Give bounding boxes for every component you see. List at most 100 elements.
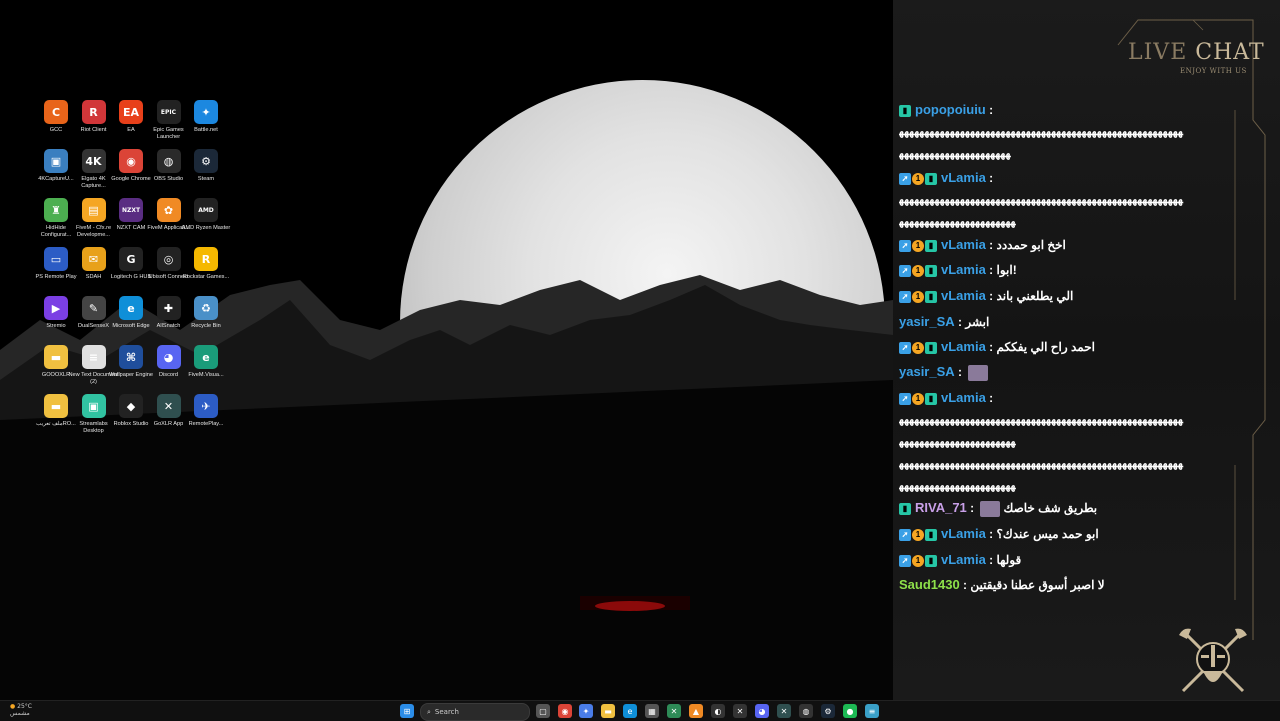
desktop-icon[interactable]: AMD AMD Ryzen Master	[181, 198, 231, 232]
chat-separator: :	[985, 238, 997, 252]
chrome-taskbar-icon[interactable]: ◉	[558, 704, 572, 718]
user-badges: ➚ 1 ▮	[899, 528, 937, 541]
chat-username[interactable]: vLamia	[941, 170, 986, 185]
weather-temp: 25°C	[17, 703, 32, 710]
desktop-icon-label: Rockstar Games...	[182, 274, 230, 280]
chat-message: ➚ 1 ▮ vLamia : الي يطلعني باند	[899, 285, 1234, 307]
chat-text: ﻬﻬﻬﻬﻬﻬﻬﻬﻬﻬﻬﻬﻬﻬﻬﻬﻬﻬﻬﻬﻬﻬﻬ	[899, 216, 1017, 228]
streamlabs-badge-icon: ▮	[925, 264, 937, 277]
chat-text: ﻬﻬﻬﻬﻬﻬﻬﻬﻬﻬﻬﻬﻬﻬﻬﻬﻬﻬﻬﻬﻬﻬﻬ	[899, 480, 1017, 492]
prime-badge-icon: ➚	[899, 172, 911, 185]
app-icon: NZXT	[119, 198, 143, 222]
desktop-icon-label: Recycle Bin	[191, 323, 221, 329]
app-icon: ✕	[156, 394, 181, 418]
app-icon: 4K	[81, 149, 106, 173]
app-icon: ▣	[44, 149, 68, 173]
goxlr-taskbar-icon[interactable]: ✕	[777, 704, 791, 718]
desktop-icon-label: Steam	[197, 176, 215, 182]
chat-message: ▮ popopoiuiu : ﻬﻬﻬﻬﻬﻬﻬﻬﻬﻬﻬﻬﻬﻬﻬﻬﻬﻬﻬﻬﻬﻬﻬﻬﻬﻬﻬ…	[899, 99, 1234, 165]
capcut-taskbar-icon[interactable]: ✕	[733, 704, 747, 718]
app-icon: ✦	[194, 100, 218, 124]
desktop-icon[interactable]: ♻ Recycle Bin	[181, 296, 231, 330]
search-placeholder: Search	[434, 708, 459, 716]
desktop-icon-label: FiveM.Visua...	[188, 372, 224, 378]
chat-separator: :	[985, 553, 997, 567]
desktop-icon[interactable]: R Rockstar Games...	[181, 247, 231, 281]
chat-separator: :	[985, 340, 997, 354]
weather-widget[interactable]: ● 25°C مشمس	[10, 703, 32, 717]
store-taskbar-icon[interactable]: ▦	[645, 704, 659, 718]
chat-text: قولها	[996, 553, 1022, 567]
streamlabs-badge-icon: ▮	[925, 392, 937, 405]
edge-taskbar-icon[interactable]: e	[623, 704, 637, 718]
obs-taskbar-icon[interactable]: ◍	[799, 704, 813, 718]
app-icon: ▤	[81, 198, 106, 222]
sub-badge-icon: 1	[912, 341, 924, 354]
chat-message: ➚ 1 ▮ vLamia : احمد راح الي يفككم	[899, 336, 1234, 358]
chat-separator: :	[985, 263, 997, 277]
user-badges: ➚ 1 ▮	[899, 264, 937, 277]
chat-username[interactable]: vLamia	[941, 552, 986, 567]
app-icon: ✚	[156, 296, 181, 320]
app-icon: G	[119, 247, 143, 271]
copilot-taskbar-icon[interactable]: ✦	[579, 704, 593, 718]
xbox-taskbar-icon[interactable]: ✕	[667, 704, 681, 718]
desktop-icon[interactable]: e FiveM.Visua...	[181, 345, 231, 379]
chat-separator: :	[985, 171, 994, 185]
notepad-taskbar-icon[interactable]: ≡	[865, 704, 879, 718]
chat-message: ▮ RIVA_71 : بطريق شف خاصك	[899, 497, 1234, 519]
file-explorer-icon[interactable]: ▬	[601, 704, 615, 718]
chat-text: اخخ ابو حمددد	[996, 238, 1066, 252]
user-badges: ➚ 1 ▮	[899, 172, 937, 185]
user-badges: ➚ 1 ▮	[899, 290, 937, 303]
streamlabs-badge-icon: ▮	[925, 239, 937, 252]
desktop-icon[interactable]: ✈ RemotePlay...	[181, 394, 231, 428]
search-icon: ⌕	[427, 707, 431, 716]
app-icon: ✿	[156, 198, 181, 222]
chat-username[interactable]: popopoiuiu	[915, 102, 986, 117]
windows-start-icon[interactable]: ⊞	[400, 704, 414, 718]
app-icon: ✈	[194, 394, 218, 418]
task-view-icon[interactable]: ▢	[536, 704, 550, 718]
app-icon: ◉	[119, 149, 143, 173]
streamlabs-badge-icon: ▮	[899, 104, 911, 117]
chat-username[interactable]: Saud1430	[899, 577, 960, 592]
elgato-taskbar-icon[interactable]: ◐	[711, 704, 725, 718]
streamlabs-badge-icon: ▮	[925, 528, 937, 541]
viking-helmet-logo-icon	[1179, 628, 1247, 693]
app-icon: ▶	[44, 296, 68, 320]
chat-text: لا اصبر أسوق عطنا دقيقتين	[970, 578, 1105, 592]
app-icon: ⌘	[119, 345, 143, 369]
taskbar-search-box[interactable]: ⌕ Search	[420, 703, 530, 721]
app-icon: ✎	[81, 296, 106, 320]
chat-username[interactable]: vLamia	[941, 237, 986, 252]
chat-separator: :	[985, 391, 994, 405]
chat-username[interactable]: vLamia	[941, 262, 986, 277]
discord-taskbar-icon[interactable]: ◕	[755, 704, 769, 718]
desktop-icon[interactable]: ✦ Battle.net	[181, 100, 231, 134]
chat-username[interactable]: vLamia	[941, 390, 986, 405]
spotify-taskbar-icon[interactable]: ●	[843, 704, 857, 718]
app-icon: ◆	[119, 394, 143, 418]
app-icon: ♻	[194, 296, 218, 320]
user-badges: ▮	[899, 502, 911, 515]
chat-username[interactable]: yasir_SA	[899, 314, 955, 329]
weather-sun-icon: ●	[10, 703, 16, 710]
chat-username[interactable]: yasir_SA	[899, 364, 955, 379]
chat-text: بطريق شف خاصك	[1003, 501, 1098, 515]
chat-emote	[968, 364, 989, 381]
vlc-taskbar-icon[interactable]: ▲	[689, 704, 703, 718]
steam-taskbar-icon[interactable]: ⚙	[821, 704, 835, 718]
app-icon: ▭	[44, 247, 68, 271]
desktop-icon[interactable]: ⚙ Steam	[181, 149, 231, 183]
chat-text: ﻬﻬﻬﻬﻬﻬﻬﻬﻬﻬﻬﻬﻬﻬﻬﻬﻬﻬﻬﻬﻬﻬﻬﻬﻬﻬﻬﻬﻬﻬﻬﻬﻬﻬﻬﻬﻬﻬﻬﻬ…	[899, 126, 1184, 138]
sub-badge-icon: 1	[912, 528, 924, 541]
chat-username[interactable]: vLamia	[941, 526, 986, 541]
chat-username[interactable]: RIVA_71	[915, 500, 967, 515]
chat-username[interactable]: vLamia	[941, 288, 986, 303]
chat-username[interactable]: vLamia	[941, 339, 986, 354]
chat-separator: :	[954, 315, 966, 329]
taskbar: ● 25°C مشمس ⌕ Search ⊞ ▢ ◉ ✦ ▬ e ▦ ✕ ▲ ◐ ✕ ◕ ✕ ◍ ⚙ ● ≡	[0, 700, 1280, 721]
streamlabs-badge-icon: ▮	[925, 290, 937, 303]
app-icon: ⚙	[194, 149, 218, 173]
